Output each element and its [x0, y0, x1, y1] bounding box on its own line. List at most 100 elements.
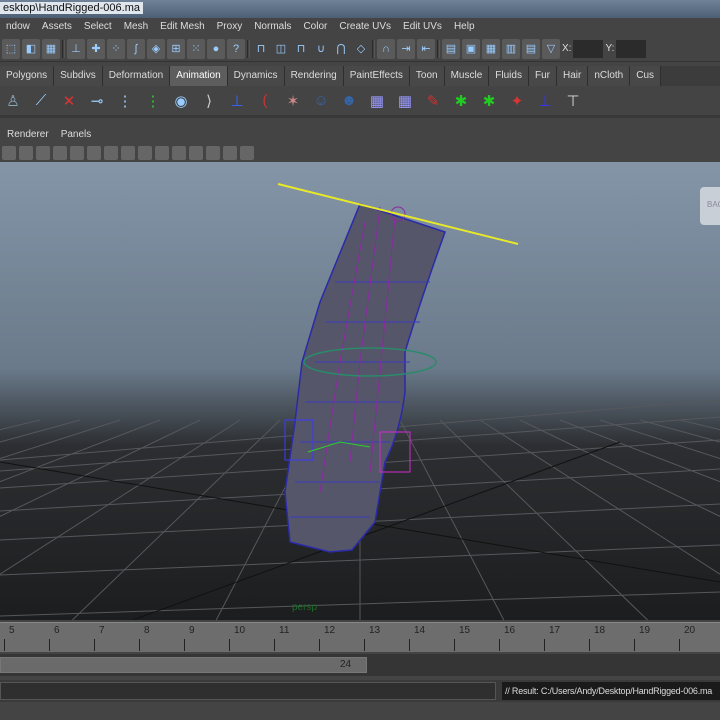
xray-icon[interactable]: [223, 146, 237, 160]
cube-wire-icon[interactable]: [70, 146, 84, 160]
bind-skin-icon[interactable]: ☺: [310, 89, 332, 113]
snap-grid-icon[interactable]: ⊓: [292, 39, 310, 59]
time-slider[interactable]: 5 6 7 8 9 10 11 12 13 14 15 16 17 18 19 20: [0, 622, 720, 652]
menu-edit-mesh[interactable]: Edit Mesh: [154, 18, 210, 36]
cube-smooth-icon[interactable]: [104, 146, 118, 160]
menu-panels[interactable]: Panels: [54, 126, 97, 144]
sphere-gray-icon[interactable]: [155, 146, 169, 160]
lock-icon[interactable]: ⊓: [252, 39, 270, 59]
orient-joint-icon[interactable]: ⊥: [226, 89, 248, 113]
menu-normals[interactable]: Normals: [248, 18, 297, 36]
text-icon[interactable]: [53, 146, 67, 160]
output-ops-icon[interactable]: ⇤: [417, 38, 435, 59]
curve-mask-icon[interactable]: ∫: [127, 38, 145, 59]
tab-dynamics[interactable]: Dynamics: [227, 66, 285, 86]
menu-select[interactable]: Select: [78, 18, 118, 36]
viewport-persp[interactable]: persp BAC: [0, 162, 720, 620]
select-by-object-icon[interactable]: ◧: [22, 38, 40, 59]
construction-history-icon[interactable]: ▤: [442, 38, 460, 59]
menu-renderer[interactable]: Renderer: [0, 126, 54, 144]
paint-skin-weights-icon[interactable]: ✎: [422, 89, 444, 113]
point-mask-icon[interactable]: ✚: [87, 38, 105, 59]
ik-handle-icon[interactable]: ✕: [58, 89, 80, 113]
snap-curve-icon[interactable]: ∪: [312, 39, 330, 59]
wireframe-icon[interactable]: [2, 146, 16, 160]
light-icon[interactable]: [138, 146, 152, 160]
tab-hair[interactable]: Hair: [556, 66, 589, 86]
view-cube[interactable]: BAC: [700, 187, 720, 225]
menu-ndow[interactable]: ndow: [0, 18, 36, 36]
ik-spline-icon[interactable]: ⊸: [86, 89, 108, 113]
timeline-tick-label: 18: [594, 625, 606, 636]
checker-icon[interactable]: [121, 146, 135, 160]
insert-joint-icon[interactable]: ⋮: [114, 89, 136, 113]
shaded-icon[interactable]: [19, 146, 33, 160]
tab-polygons[interactable]: Polygons: [0, 66, 55, 86]
menu-help[interactable]: Help: [448, 18, 481, 36]
remove-joint-icon[interactable]: ◉: [170, 89, 192, 113]
joint-tool-icon[interactable]: ⟋: [30, 89, 52, 113]
paint-weights-icon[interactable]: ▦: [366, 89, 388, 113]
highlight-selection-icon[interactable]: ◫: [272, 39, 290, 59]
range-slider[interactable]: [0, 657, 367, 673]
tab-toon[interactable]: Toon: [409, 66, 445, 86]
edge-mask-icon[interactable]: ⁘: [107, 38, 125, 59]
ik-spline-handle-icon[interactable]: (: [254, 89, 276, 113]
command-input[interactable]: [0, 682, 496, 700]
select-by-component-icon[interactable]: ▦: [42, 38, 60, 59]
connect-joint-icon[interactable]: ⋮: [142, 89, 164, 113]
menu-proxy[interactable]: Proxy: [211, 18, 249, 36]
deform-mask-icon[interactable]: ⊞: [167, 38, 185, 59]
menu-assets[interactable]: Assets: [36, 18, 78, 36]
select-by-hierarchy-icon[interactable]: ⬚: [2, 38, 20, 59]
mirror-joint-icon[interactable]: ⟩: [198, 89, 220, 113]
ipr-render-icon[interactable]: ▥: [502, 38, 520, 59]
lattice-icon[interactable]: ✱: [478, 89, 500, 113]
x-field[interactable]: [573, 39, 604, 58]
copy-weights-icon[interactable]: ▦: [394, 89, 416, 113]
menu-create-uvs[interactable]: Create UVs: [333, 18, 397, 36]
render-settings-icon[interactable]: ▤: [522, 38, 540, 59]
blend-shape-icon[interactable]: ⊥: [534, 89, 556, 113]
cluster-icon[interactable]: ✱: [450, 89, 472, 113]
snap-point-icon[interactable]: ⋂: [332, 39, 350, 59]
render-mask-icon[interactable]: ●: [207, 38, 225, 59]
y-field[interactable]: [616, 39, 647, 58]
menu-edit-uvs[interactable]: Edit UVs: [397, 18, 448, 36]
tab-fluids[interactable]: Fluids: [489, 66, 529, 86]
input-ops-icon[interactable]: ⇥: [397, 38, 415, 59]
misc-mask-icon[interactable]: ?: [227, 38, 245, 59]
skeleton-icon[interactable]: ♙: [2, 89, 24, 113]
menu-color[interactable]: Color: [297, 18, 333, 36]
transform-input-icon[interactable]: ▽: [542, 38, 560, 59]
timeline-tick: [364, 639, 365, 651]
hand-model[interactable]: [277, 183, 519, 553]
make-live-icon[interactable]: ∩: [377, 38, 395, 59]
smooth-bind-icon[interactable]: ☻: [338, 89, 360, 113]
tab-deformation[interactable]: Deformation: [102, 66, 171, 86]
dynamics-mask-icon[interactable]: ⁙: [187, 38, 205, 59]
select-camera-icon[interactable]: [189, 146, 203, 160]
tab-cus[interactable]: Cus: [630, 66, 662, 86]
menu-mesh[interactable]: Mesh: [118, 18, 154, 36]
render-frame-icon[interactable]: ▦: [482, 38, 500, 59]
tab-painteffects[interactable]: PaintEffects: [343, 66, 410, 86]
tab-muscle[interactable]: Muscle: [444, 66, 490, 86]
snap-view-plane-icon[interactable]: ◇: [352, 39, 370, 59]
tab-subdivs[interactable]: Subdivs: [54, 66, 103, 86]
full-body-ik-icon[interactable]: ✶: [282, 89, 304, 113]
isolate-icon[interactable]: [206, 146, 220, 160]
wire-tool-icon[interactable]: ⊤: [562, 89, 584, 113]
cube-shaded-icon[interactable]: [87, 146, 101, 160]
tab-ncloth[interactable]: nCloth: [588, 66, 631, 86]
tab-fur[interactable]: Fur: [528, 66, 557, 86]
tab-animation[interactable]: Animation: [170, 66, 228, 86]
pick-mask-icon[interactable]: ⊥: [67, 38, 85, 59]
tab-rendering[interactable]: Rendering: [284, 66, 344, 86]
soft-modification-icon[interactable]: ✦: [506, 89, 528, 113]
joints-icon[interactable]: [240, 146, 254, 160]
render-view-icon[interactable]: ▣: [462, 38, 480, 59]
texture-icon[interactable]: [36, 146, 50, 160]
surface-mask-icon[interactable]: ◈: [147, 38, 165, 59]
sphere-gold-icon[interactable]: [172, 146, 186, 160]
